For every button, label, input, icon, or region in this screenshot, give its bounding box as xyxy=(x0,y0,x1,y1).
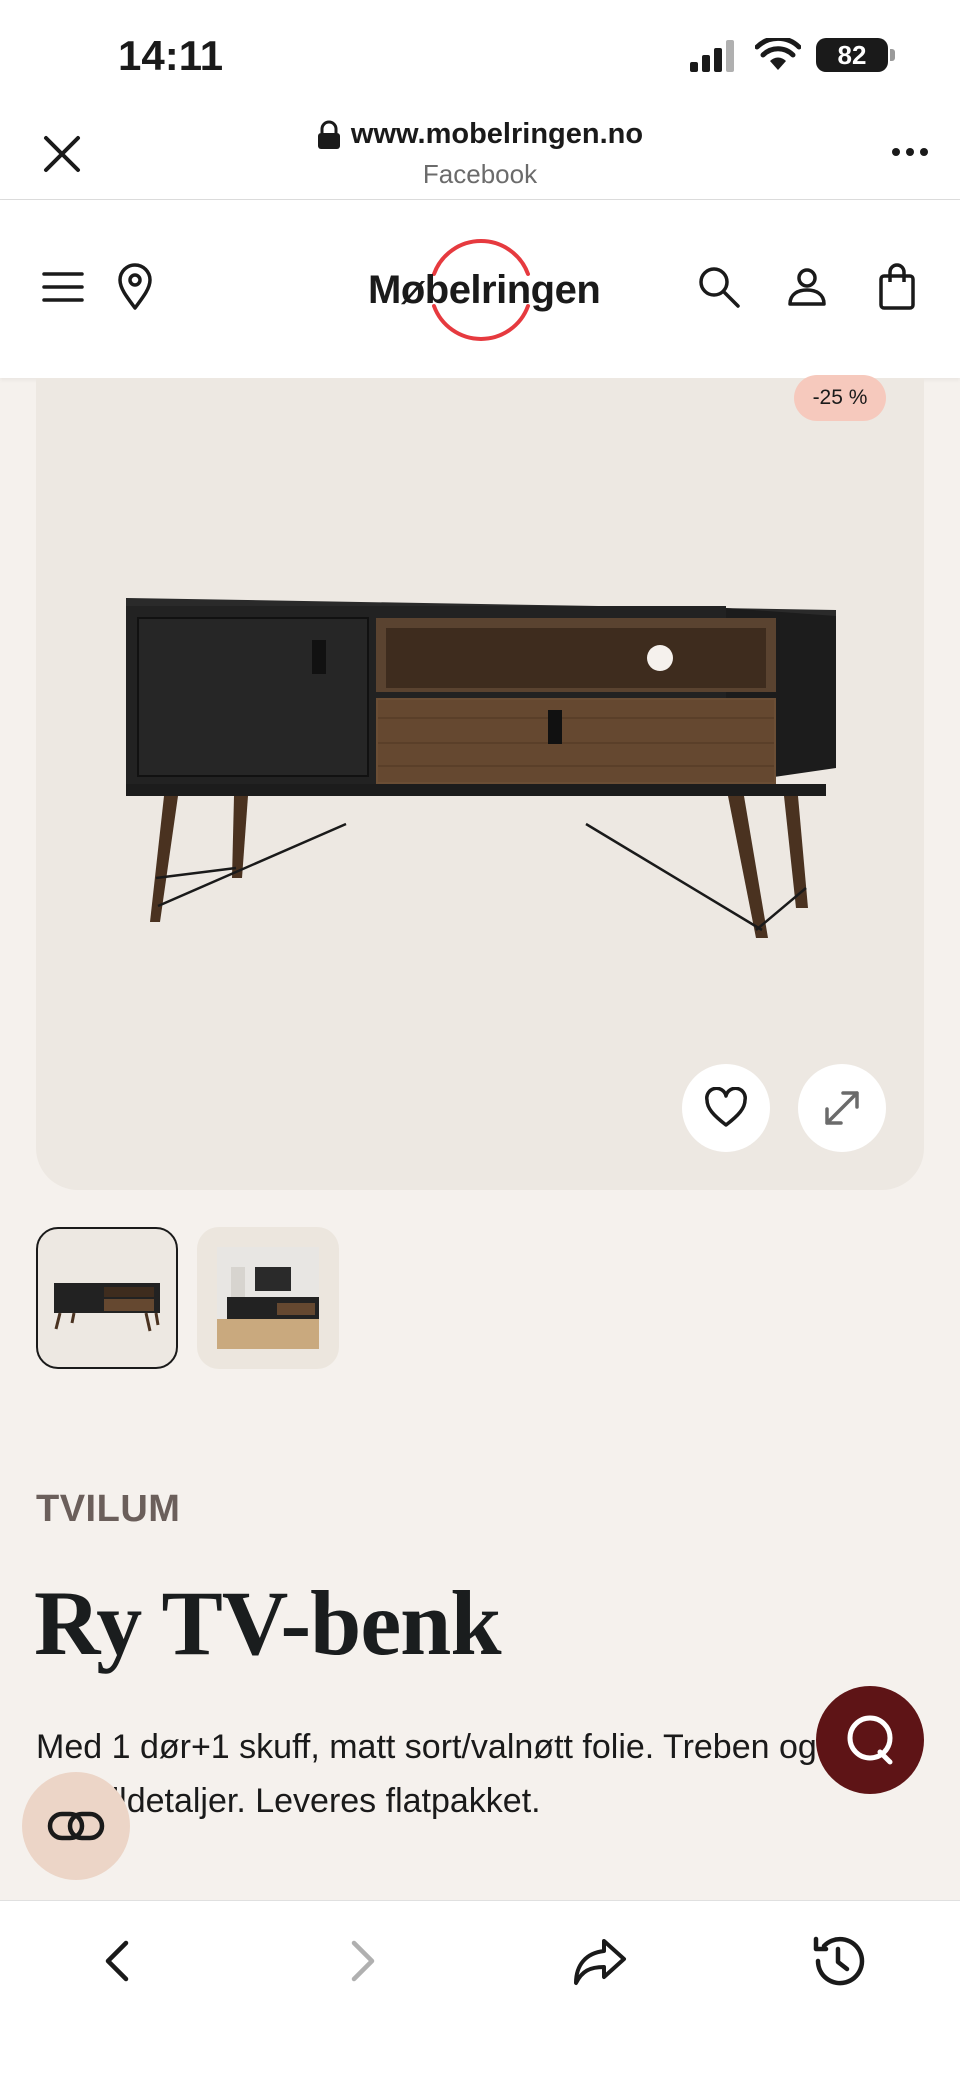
location-icon[interactable] xyxy=(108,260,162,314)
thumbnail-product-image xyxy=(54,1283,160,1332)
expand-icon xyxy=(825,1091,859,1125)
site-logo[interactable]: Møbelringen xyxy=(368,236,601,344)
thumbnail-room[interactable] xyxy=(197,1227,339,1369)
search-icon[interactable] xyxy=(692,260,746,314)
site-header: Møbelringen xyxy=(0,200,960,378)
signal-icon xyxy=(690,40,734,72)
product-title: Ry TV-benk xyxy=(34,1572,501,1674)
bag-icon[interactable] xyxy=(870,260,924,314)
url-row: www.mobelringen.no xyxy=(317,118,643,151)
product-image[interactable] xyxy=(36,378,924,1190)
product-brand[interactable]: TVILUM xyxy=(36,1488,180,1531)
menu-icon[interactable] xyxy=(36,260,90,314)
source-label: Facebook xyxy=(422,158,538,189)
chat-button[interactable] xyxy=(816,1686,924,1794)
wifi-icon xyxy=(755,38,801,70)
battery-level: 82 xyxy=(837,39,867,70)
status-bar: 14:11 82 xyxy=(0,0,960,110)
heart-icon xyxy=(705,1087,747,1127)
compare-icon xyxy=(47,1811,105,1841)
logo-text: Møbelringen xyxy=(368,268,601,312)
back-icon[interactable] xyxy=(88,1929,152,1993)
chat-icon xyxy=(847,1715,893,1765)
history-icon[interactable] xyxy=(806,1929,870,1993)
account-icon[interactable] xyxy=(780,260,834,314)
address-bar[interactable]: www.mobelringen.no Facebook xyxy=(0,118,960,190)
more-icon[interactable] xyxy=(890,140,930,164)
tv-bench-image xyxy=(126,598,836,938)
discount-badge: -25 % xyxy=(794,375,886,421)
favorite-button[interactable] xyxy=(682,1064,770,1152)
browser-bar: www.mobelringen.no Facebook xyxy=(0,110,960,200)
thumbnail-product[interactable] xyxy=(36,1227,178,1369)
expand-image-button[interactable] xyxy=(798,1064,886,1152)
bottom-navigation xyxy=(0,1900,960,2077)
forward-icon[interactable] xyxy=(328,1929,392,1993)
share-icon[interactable] xyxy=(568,1929,632,1993)
battery-indicator: 82 xyxy=(816,38,895,72)
url-text: www.mobelringen.no xyxy=(350,118,644,150)
lock-icon xyxy=(317,120,340,149)
compare-button[interactable] xyxy=(22,1772,130,1880)
product-description: Med 1 dør+1 skuff, matt sort/valnøtt fol… xyxy=(36,1728,817,1820)
thumbnail-room-image xyxy=(217,1247,319,1349)
status-time: 14:11 xyxy=(118,32,224,79)
